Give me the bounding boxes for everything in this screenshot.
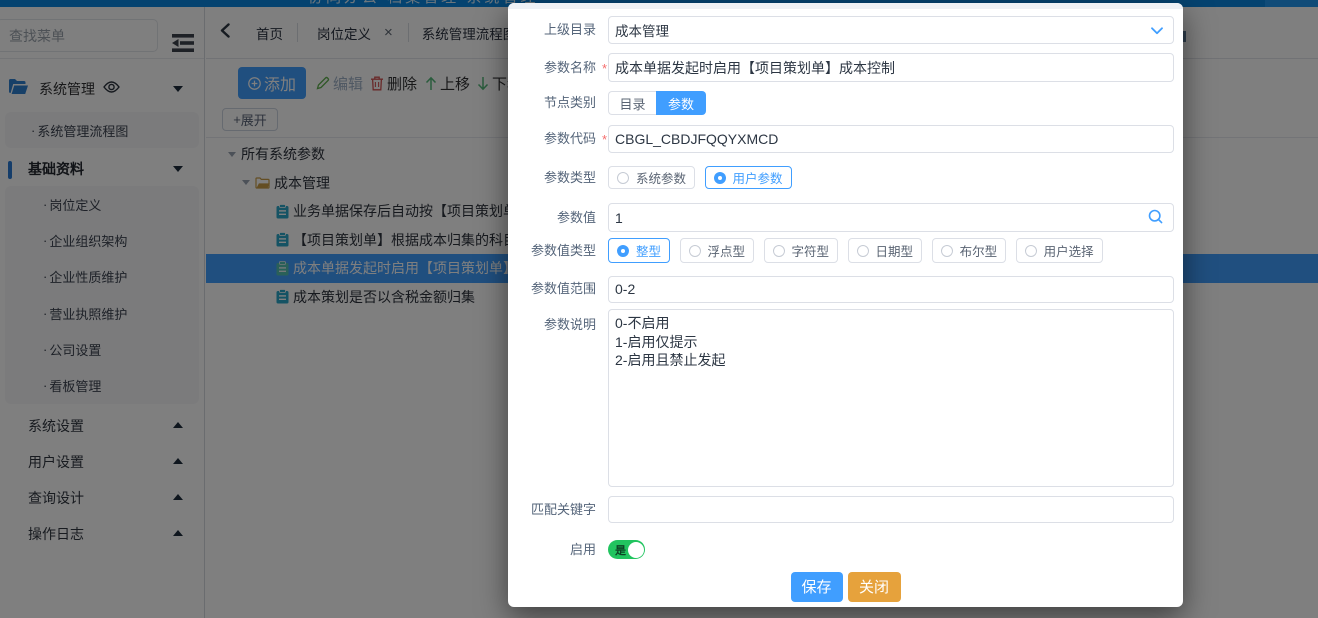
form-row-value-type: 参数值类型 整型 浮点型 字符型 日期型 布尔型 用户选择 [508,238,1183,263]
param-value-value: 1 [615,210,623,226]
field-label: 上级目录 [508,22,596,38]
radio-icon [857,245,869,257]
field-label: 节点类别 [508,95,596,111]
field-label: 参数值类型 [508,243,596,259]
required-asterisk: * [602,61,607,77]
param-name-value: 成本单据发起时启用【项目策划单】成本控制 [615,58,895,78]
toggle-knob [628,542,644,558]
node-type-dir-button[interactable]: 目录 [608,91,656,115]
param-code-input[interactable]: CBGL_CBDJFQQYXMCD [608,125,1174,154]
form-row-param-desc: 参数说明 0-不启用 1-启用仅提示 2-启用且禁止发起 [508,309,1183,487]
radio-icon [773,245,785,257]
field-label: 参数说明 [508,317,596,333]
radio-int-type[interactable]: 整型 [608,238,670,263]
radio-checked-icon [714,172,726,184]
edit-param-dialog: 上级目录 成本管理 参数名称* 成本单据发起时启用【项目策划单】成本控制 [508,3,1183,607]
radio-date-type[interactable]: 日期型 [848,238,923,263]
app-root: 协同办公 档案管理 系统管理 查找菜单 [0,0,1318,618]
radio-checked-icon [617,245,629,257]
field-label: 参数值 [508,210,596,226]
node-type-param-button[interactable]: 参数 [656,91,706,115]
field-label: 匹配关键字 [508,502,596,518]
form-row-enabled: 启用 是 [508,540,1183,559]
field-label: 参数名称* [508,60,596,76]
dialog-footer: 保存 关闭 [508,572,1183,602]
dialog-header-clipped [508,3,1183,9]
radio-bool-type[interactable]: 布尔型 [932,238,1007,263]
form-row-param-code: 参数代码* CBGL_CBDJFQQYXMCD [508,125,1183,154]
form-row-param-name: 参数名称* 成本单据发起时启用【项目策划单】成本控制 [508,53,1183,82]
form-row-node-type: 节点类别 目录 参数 [508,91,1183,115]
param-value-input[interactable]: 1 [608,203,1174,232]
radio-user-select-type[interactable]: 用户选择 [1016,238,1103,263]
required-asterisk: * [602,132,607,148]
param-desc-textarea[interactable]: 0-不启用 1-启用仅提示 2-启用且禁止发起 [608,309,1174,487]
match-keyword-input[interactable] [608,496,1174,523]
field-label: 参数类型 [508,170,596,186]
form-row-match-keyword: 匹配关键字 [508,496,1183,523]
field-label: 参数代码* [508,131,596,147]
parent-dir-value: 成本管理 [615,20,669,40]
parent-dir-select[interactable]: 成本管理 [608,16,1174,44]
form-row-param-value: 参数值 1 [508,203,1183,232]
close-button[interactable]: 关闭 [848,572,901,602]
form-row-parent-dir: 上级目录 成本管理 [508,16,1183,44]
form-row-param-type: 参数类型 系统参数 用户参数 [508,166,1183,189]
toggle-on-label: 是 [615,542,626,558]
radio-system-param[interactable]: 系统参数 [608,166,695,189]
radio-float-type[interactable]: 浮点型 [680,238,755,263]
value-range-input[interactable]: 0-2 [608,276,1174,303]
radio-string-type[interactable]: 字符型 [764,238,839,263]
radio-icon [617,172,629,184]
value-range-value: 0-2 [615,281,635,297]
save-button[interactable]: 保存 [791,572,843,602]
field-label: 启用 [508,542,596,558]
param-name-input[interactable]: 成本单据发起时启用【项目策划单】成本控制 [608,53,1174,82]
chevron-down-icon [1151,22,1163,38]
field-label: 参数值范围 [508,281,596,297]
form-row-value-range: 参数值范围 0-2 [508,276,1183,303]
enabled-toggle[interactable]: 是 [608,540,645,559]
radio-user-param[interactable]: 用户参数 [705,166,792,189]
radio-icon [689,245,701,257]
search-icon[interactable] [1148,209,1163,227]
param-code-value: CBGL_CBDJFQQYXMCD [615,131,778,147]
radio-icon [1025,245,1037,257]
radio-icon [941,245,953,257]
